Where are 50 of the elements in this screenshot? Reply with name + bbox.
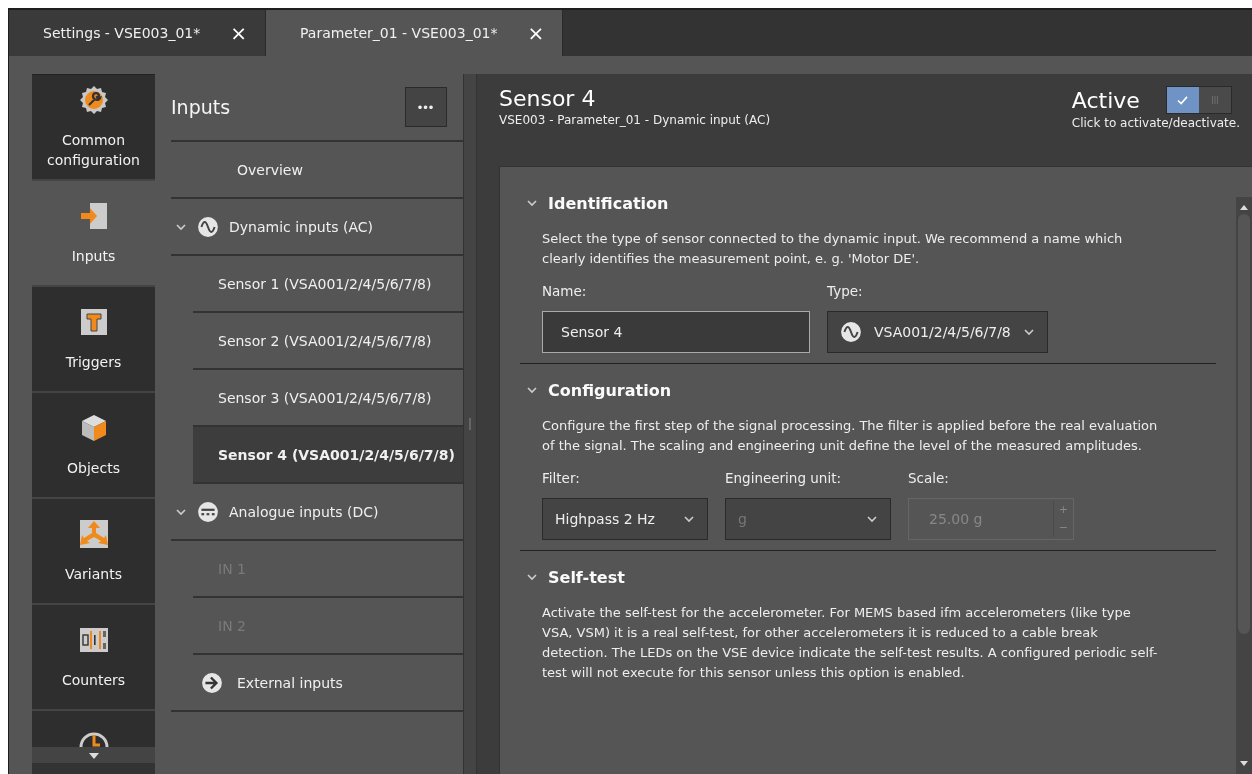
- chevron-down-icon: [866, 513, 878, 525]
- tree-item[interactable]: Sensor 4 (VSA001/2/4/5/6/7/8): [193, 427, 463, 484]
- scroll-up-icon[interactable]: [1240, 205, 1248, 210]
- field-label: Scale:: [908, 470, 949, 486]
- breadcrumb-subtitle: VSE003 - Parameter_01 - Dynamic input (AC): [499, 113, 771, 127]
- scroll-down-icon[interactable]: [1240, 761, 1248, 766]
- field-label: Engineering unit:: [725, 470, 841, 486]
- active-toggle[interactable]: [1165, 86, 1232, 114]
- nav-item[interactable]: Counters: [32, 605, 155, 711]
- section-header[interactable]: Configuration: [520, 364, 1216, 416]
- sensor-title: Sensor 4: [499, 86, 597, 111]
- section-description: Configure the first step of the signal processing. The filter is applied before the real evaluation of the signal. The scaling and engineering unit define the level of the measured amplitudes.: [542, 417, 1159, 455]
- nav-item[interactable]: Triggers: [32, 287, 155, 393]
- field-label: Filter:: [542, 470, 580, 486]
- nav-item[interactable]: Inputs: [32, 181, 155, 287]
- close-icon[interactable]: ×: [527, 21, 545, 45]
- document-tab[interactable]: Parameter_01 - VSE003_01* ×: [266, 10, 564, 56]
- nav-item[interactable]: Variants: [32, 499, 155, 605]
- field-label: Name:: [542, 283, 587, 299]
- chevron-down-icon: [526, 571, 538, 583]
- checkmark-icon: [1177, 95, 1189, 105]
- nav-item[interactable]: [32, 711, 155, 749]
- dropdown[interactable]: Highpass 2 Hz: [542, 498, 708, 540]
- section-header[interactable]: Self-test: [520, 551, 1216, 603]
- sine-wave-icon: [840, 321, 862, 343]
- vertical-scrollbar[interactable]: [1236, 197, 1252, 774]
- nav-item[interactable]: Objects: [32, 393, 155, 499]
- field-label: Type:: [827, 283, 863, 299]
- branching-arrows-icon: [77, 518, 110, 550]
- triangle-down-icon: [88, 753, 99, 759]
- chevron-down-icon: [526, 197, 538, 209]
- more-options-button[interactable]: •••: [405, 87, 447, 127]
- dc-symbol-icon: [197, 500, 219, 523]
- name-input-field[interactable]: Sensor 4: [542, 311, 810, 353]
- section-description: Select the type of sensor connected to the dynamic input. We recommend a name which clearly identifies the measurement point, e. g. 'Motor DE'.: [542, 230, 1124, 268]
- chevron-down-icon: [683, 513, 695, 525]
- toggle-hint: Click to activate/deactivate.: [1071, 116, 1240, 130]
- dropdown[interactable]: VSA001/2/4/5/6/7/8: [827, 311, 1048, 353]
- document-tab[interactable]: Settings - VSE003_01* ×: [9, 10, 266, 56]
- section-description: Activate the self-test for the accelerometer. For MEMS based ifm accelerometers (like type VSA, VSM) it is a real self-test, for other accelerometers it is reduced to a cable break detection. The LEDs on the VSE device indicate the self-test results. A configured periodic self-test will not execute for this sensor unless this option is enabled.: [542, 604, 1159, 682]
- chevron-down-icon: [1022, 326, 1035, 338]
- close-icon[interactable]: ×: [230, 21, 247, 45]
- arrow-right-icon: [201, 671, 223, 694]
- grip-lines-icon: [1210, 94, 1219, 106]
- active-label: Active: [1071, 87, 1140, 113]
- sine-wave-icon: [197, 215, 219, 238]
- chevron-down-icon: [526, 384, 538, 396]
- nav-item[interactable]: Common configuration: [32, 75, 155, 181]
- section-header[interactable]: Identification: [520, 177, 1216, 229]
- panel-title: Inputs: [171, 96, 231, 118]
